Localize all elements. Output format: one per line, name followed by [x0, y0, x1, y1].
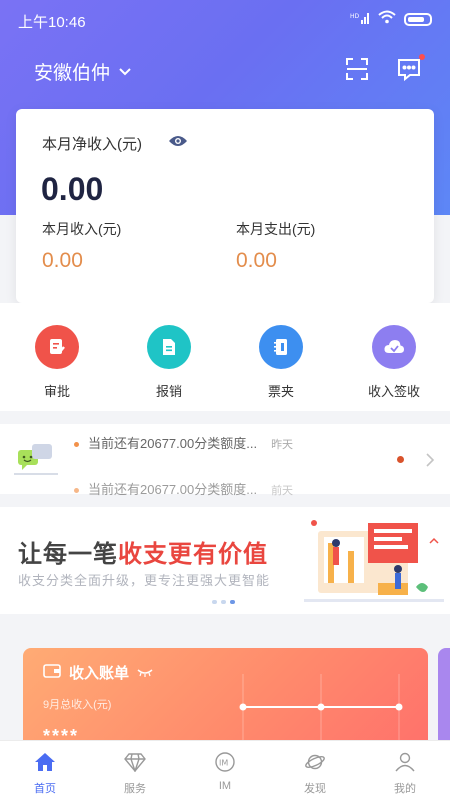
im-icon: IM: [214, 752, 236, 777]
signal-icon: HD: [350, 11, 370, 28]
notebook-icon: [259, 325, 303, 369]
quick-action-label: 报销: [155, 384, 182, 399]
banner-title-plain: 让每一笔: [18, 541, 118, 568]
tab-mine[interactable]: 我的: [360, 741, 450, 800]
income-label: 本月收入(元): [42, 221, 122, 237]
bullet: [74, 442, 79, 448]
quick-action-approval[interactable]: 审批: [12, 325, 102, 400]
company-selector[interactable]: 安徽伯仲: [34, 58, 132, 85]
tab-discover[interactable]: 发现: [270, 741, 360, 800]
chevron-right-icon[interactable]: [425, 452, 435, 473]
net-income-value: 0.00: [41, 171, 104, 207]
unread-dot: [419, 54, 425, 60]
svg-text:IM: IM: [219, 759, 228, 768]
expense-value: 0.00: [236, 249, 277, 272]
tab-im[interactable]: IM IM: [180, 741, 270, 800]
bottom-tab-bar: 首页 服务 IM IM 发现 我的: [0, 740, 450, 800]
net-income-label: 本月净收入(元): [42, 136, 142, 153]
status-time: 上午10:46: [18, 14, 86, 31]
home-icon: [34, 752, 56, 777]
quick-action-label: 票夹: [267, 384, 294, 399]
notice-text: 当前还有20677.00分类额度...: [88, 482, 258, 497]
summary-card: 本月净收入(元) 0.00 本月收入(元) 0.00 本月支出(元) 0.00: [16, 109, 434, 303]
banner-title-highlight: 收支更有价值: [118, 541, 268, 568]
bill-title: 收入账单: [69, 665, 130, 682]
tab-label: IM: [218, 780, 232, 792]
tab-service[interactable]: 服务: [90, 741, 180, 800]
chat-bubbles-icon: [14, 440, 58, 485]
document-icon: [147, 325, 191, 369]
message-icon[interactable]: [396, 54, 425, 82]
notice-panel[interactable]: 当前还有20677.00分类额度... 昨天 当前还有20677.00分类额度..…: [0, 424, 450, 497]
bill-trend-line: [233, 674, 413, 749]
unread-dot: [397, 456, 404, 463]
quick-action-ticket-folder[interactable]: 票夹: [236, 325, 326, 400]
notice-time: 昨天: [271, 439, 294, 451]
quick-action-reimburse[interactable]: 报销: [124, 325, 214, 400]
expense-label: 本月支出(元): [236, 221, 316, 237]
diamond-icon: [124, 752, 146, 777]
banner-subtitle: 收支分类全面升级，更专注更强大更智能: [18, 573, 271, 588]
bill-subtitle: 9月总收入(元): [43, 699, 112, 711]
bill-title-row: 收入账单: [43, 662, 153, 683]
wallet-icon: [43, 663, 61, 683]
bullet: [74, 488, 79, 494]
status-bar: 上午10:46 HD: [0, 0, 450, 40]
income-value: 0.00: [42, 249, 83, 272]
tab-label: 我的: [394, 783, 416, 795]
notice-item[interactable]: 当前还有20677.00分类额度... 前天: [74, 479, 293, 498]
carousel-indicator: [212, 600, 235, 604]
cloud-icon: [372, 325, 416, 369]
notice-time: 前天: [271, 485, 294, 497]
company-name: 安徽伯仲: [34, 63, 111, 84]
tab-label: 发现: [304, 783, 326, 795]
status-icons: HD: [350, 10, 432, 29]
tab-label: 首页: [34, 783, 56, 795]
quick-action-label: 审批: [43, 384, 70, 399]
scan-icon[interactable]: [344, 56, 370, 82]
eye-icon[interactable]: [168, 134, 188, 153]
eye-closed-icon[interactable]: [137, 664, 153, 681]
chevron-down-icon: [118, 61, 132, 83]
battery-icon: [404, 13, 432, 26]
notice-text: 当前还有20677.00分类额度...: [88, 436, 258, 451]
quick-action-label: 收入签收: [367, 384, 420, 399]
svg-text:HD: HD: [350, 13, 360, 20]
approval-icon: [35, 325, 79, 369]
promo-banner[interactable]: 让每一笔收支更有价值 收支分类全面升级，更专注更强大更智能: [0, 507, 450, 614]
banner-title: 让每一笔收支更有价值: [18, 534, 268, 569]
wifi-icon: [378, 10, 396, 29]
user-icon: [394, 752, 416, 777]
quick-actions: 审批 报销 票夹 收入签收: [0, 303, 450, 411]
notice-item[interactable]: 当前还有20677.00分类额度... 昨天: [74, 433, 293, 452]
banner-illustration: [304, 513, 444, 614]
tab-label: 服务: [124, 783, 146, 795]
quick-action-income-receipt[interactable]: 收入签收: [349, 325, 439, 400]
planet-icon: [304, 752, 326, 777]
tab-home[interactable]: 首页: [0, 741, 90, 800]
